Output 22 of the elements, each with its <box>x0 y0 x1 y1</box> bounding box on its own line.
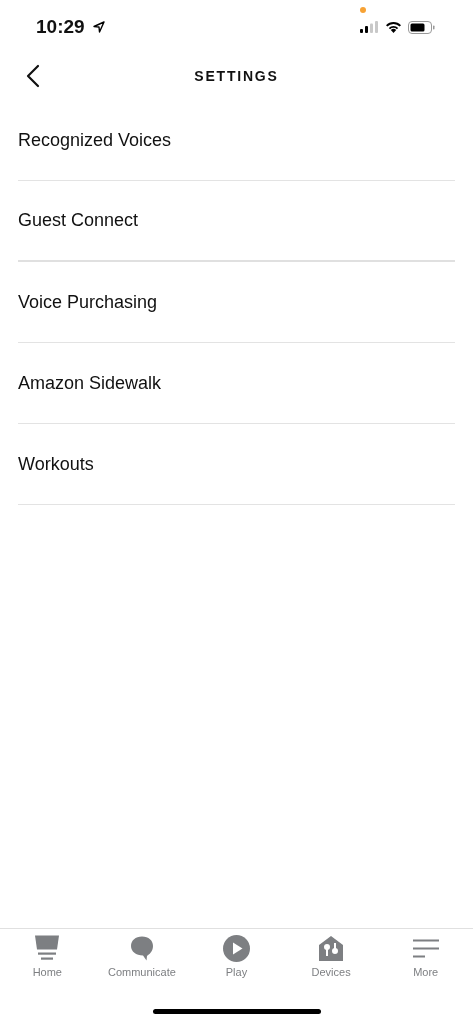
signal-icon <box>360 21 379 33</box>
settings-item[interactable]: Workouts <box>18 424 455 505</box>
tab-item[interactable]: Play <box>189 935 284 998</box>
speech-bubble-icon <box>129 935 154 962</box>
tab-item[interactable]: More <box>378 935 473 998</box>
settings-item[interactable]: Amazon Sidewalk <box>18 343 455 424</box>
privacy-dot-icon <box>360 7 366 13</box>
battery-icon <box>408 20 435 34</box>
location-arrow-icon <box>92 21 105 33</box>
lamp-icon <box>34 935 61 962</box>
settings-item[interactable]: Voice Purchasing <box>18 262 455 343</box>
page-title: SETTINGS <box>194 68 279 84</box>
settings-item[interactable]: Recognized Voices <box>18 100 455 181</box>
tab-item[interactable]: Communicate <box>94 935 189 998</box>
house-icon <box>319 935 344 962</box>
tab-item[interactable]: Devices <box>284 935 379 998</box>
status-time: 10:29 <box>36 16 85 38</box>
play-icon <box>223 935 250 962</box>
tab-item[interactable]: Home <box>0 935 95 998</box>
wifi-icon <box>385 21 402 33</box>
settings-item[interactable]: Guest Connect <box>18 181 455 262</box>
back-icon[interactable] <box>26 64 40 88</box>
